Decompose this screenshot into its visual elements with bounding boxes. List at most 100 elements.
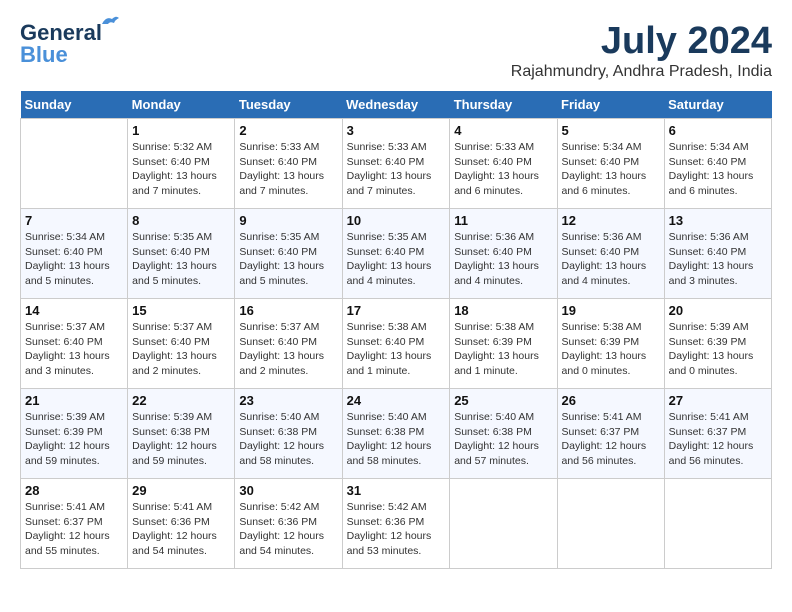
location-subtitle: Rajahmundry, Andhra Pradesh, India bbox=[511, 63, 772, 81]
calendar-cell: 29Sunrise: 5:41 AM Sunset: 6:36 PM Dayli… bbox=[128, 479, 235, 569]
calendar-cell: 3 Sunrise: 5:33 AM Sunset: 6:40 PM Daylig… bbox=[342, 119, 450, 209]
day-number: 25 bbox=[454, 393, 552, 408]
col-saturday: Saturday bbox=[664, 91, 771, 119]
calendar-cell: 20 Sunrise: 5:39 AM Sunset: 6:39 PM Dayli… bbox=[664, 299, 771, 389]
day-number: 2 bbox=[239, 123, 337, 138]
day-number: 27 bbox=[669, 393, 767, 408]
calendar-header-row: Sunday Monday Tuesday Wednesday Thursday… bbox=[21, 91, 772, 119]
calendar-cell: 18 Sunrise: 5:38 AM Sunset: 6:39 PM Dayli… bbox=[450, 299, 557, 389]
cell-day-info: Sunrise: 5:39 AM Sunset: 6:38 PM Dayligh… bbox=[132, 410, 230, 469]
cell-day-info: Sunrise: 5:35 AM Sunset: 6:40 PM Dayligh… bbox=[132, 230, 230, 289]
calendar-cell: 23 Sunrise: 5:40 AM Sunset: 6:38 PM Dayli… bbox=[235, 389, 342, 479]
day-number: 11 bbox=[454, 213, 552, 228]
day-number: 5 bbox=[562, 123, 660, 138]
calendar-cell: 31 Sunrise: 5:42 AM Sunset: 6:36 PM Dayli… bbox=[342, 479, 450, 569]
calendar-cell: 11 Sunrise: 5:36 AM Sunset: 6:40 PM Dayli… bbox=[450, 209, 557, 299]
cell-day-info: Sunrise: 5:33 AM Sunset: 6:40 PM Dayligh… bbox=[347, 140, 446, 199]
cell-day-info: Sunrise: 5:39 AM Sunset: 6:39 PM Dayligh… bbox=[25, 410, 123, 469]
cell-day-info: Sunrise: 5:38 AM Sunset: 6:39 PM Dayligh… bbox=[454, 320, 552, 379]
calendar-cell: 7Sunrise: 5:34 AM Sunset: 6:40 PM Daylig… bbox=[21, 209, 128, 299]
week-row-4: 21Sunrise: 5:39 AM Sunset: 6:39 PM Dayli… bbox=[21, 389, 772, 479]
col-thursday: Thursday bbox=[450, 91, 557, 119]
day-number: 12 bbox=[562, 213, 660, 228]
calendar-cell: 30 Sunrise: 5:42 AM Sunset: 6:36 PM Dayli… bbox=[235, 479, 342, 569]
col-wednesday: Wednesday bbox=[342, 91, 450, 119]
cell-day-info: Sunrise: 5:38 AM Sunset: 6:40 PM Dayligh… bbox=[347, 320, 446, 379]
day-number: 4 bbox=[454, 123, 552, 138]
day-number: 18 bbox=[454, 303, 552, 318]
calendar-cell: 27 Sunrise: 5:41 AM Sunset: 6:37 PM Dayli… bbox=[664, 389, 771, 479]
col-friday: Friday bbox=[557, 91, 664, 119]
cell-day-info: Sunrise: 5:33 AM Sunset: 6:40 PM Dayligh… bbox=[239, 140, 337, 199]
day-number: 3 bbox=[347, 123, 446, 138]
cell-day-info: Sunrise: 5:38 AM Sunset: 6:39 PM Dayligh… bbox=[562, 320, 660, 379]
cell-day-info: Sunrise: 5:40 AM Sunset: 6:38 PM Dayligh… bbox=[454, 410, 552, 469]
calendar-cell: 4 Sunrise: 5:33 AM Sunset: 6:40 PM Daylig… bbox=[450, 119, 557, 209]
day-number: 26 bbox=[562, 393, 660, 408]
calendar-cell bbox=[664, 479, 771, 569]
cell-day-info: Sunrise: 5:41 AM Sunset: 6:37 PM Dayligh… bbox=[669, 410, 767, 469]
cell-day-info: Sunrise: 5:35 AM Sunset: 6:40 PM Dayligh… bbox=[347, 230, 446, 289]
logo-bird-icon bbox=[100, 14, 120, 32]
cell-day-info: Sunrise: 5:34 AM Sunset: 6:40 PM Dayligh… bbox=[25, 230, 123, 289]
day-number: 23 bbox=[239, 393, 337, 408]
calendar-table: Sunday Monday Tuesday Wednesday Thursday… bbox=[20, 91, 772, 569]
cell-day-info: Sunrise: 5:36 AM Sunset: 6:40 PM Dayligh… bbox=[669, 230, 767, 289]
col-sunday: Sunday bbox=[21, 91, 128, 119]
day-number: 8 bbox=[132, 213, 230, 228]
day-number: 22 bbox=[132, 393, 230, 408]
logo: General Blue bbox=[20, 20, 102, 68]
day-number: 10 bbox=[347, 213, 446, 228]
col-tuesday: Tuesday bbox=[235, 91, 342, 119]
cell-day-info: Sunrise: 5:36 AM Sunset: 6:40 PM Dayligh… bbox=[454, 230, 552, 289]
cell-day-info: Sunrise: 5:34 AM Sunset: 6:40 PM Dayligh… bbox=[562, 140, 660, 199]
calendar-cell bbox=[450, 479, 557, 569]
month-year-title: July 2024 bbox=[511, 20, 772, 63]
week-row-1: 1 Sunrise: 5:32 AM Sunset: 6:40 PM Daylig… bbox=[21, 119, 772, 209]
day-number: 1 bbox=[132, 123, 230, 138]
calendar-cell: 8 Sunrise: 5:35 AM Sunset: 6:40 PM Daylig… bbox=[128, 209, 235, 299]
cell-day-info: Sunrise: 5:40 AM Sunset: 6:38 PM Dayligh… bbox=[239, 410, 337, 469]
calendar-cell: 28 Sunrise: 5:41 AM Sunset: 6:37 PM Dayli… bbox=[21, 479, 128, 569]
cell-day-info: Sunrise: 5:42 AM Sunset: 6:36 PM Dayligh… bbox=[239, 500, 337, 559]
week-row-2: 7Sunrise: 5:34 AM Sunset: 6:40 PM Daylig… bbox=[21, 209, 772, 299]
cell-day-info: Sunrise: 5:32 AM Sunset: 6:40 PM Dayligh… bbox=[132, 140, 230, 199]
cell-day-info: Sunrise: 5:41 AM Sunset: 6:36 PM Dayligh… bbox=[132, 500, 230, 559]
logo-general: General bbox=[20, 20, 102, 45]
calendar-cell bbox=[21, 119, 128, 209]
day-number: 14 bbox=[25, 303, 123, 318]
title-block: July 2024 Rajahmundry, Andhra Pradesh, I… bbox=[511, 20, 772, 81]
day-number: 15 bbox=[132, 303, 230, 318]
page-header: General Blue July 2024 Rajahmundry, Andh… bbox=[20, 20, 772, 81]
week-row-3: 14 Sunrise: 5:37 AM Sunset: 6:40 PM Dayli… bbox=[21, 299, 772, 389]
day-number: 28 bbox=[25, 483, 123, 498]
day-number: 31 bbox=[347, 483, 446, 498]
calendar-cell: 9 Sunrise: 5:35 AM Sunset: 6:40 PM Daylig… bbox=[235, 209, 342, 299]
calendar-cell: 10 Sunrise: 5:35 AM Sunset: 6:40 PM Dayli… bbox=[342, 209, 450, 299]
calendar-cell: 26 Sunrise: 5:41 AM Sunset: 6:37 PM Dayli… bbox=[557, 389, 664, 479]
calendar-cell: 12Sunrise: 5:36 AM Sunset: 6:40 PM Dayli… bbox=[557, 209, 664, 299]
calendar-cell: 15Sunrise: 5:37 AM Sunset: 6:40 PM Dayli… bbox=[128, 299, 235, 389]
day-number: 9 bbox=[239, 213, 337, 228]
calendar-cell: 25 Sunrise: 5:40 AM Sunset: 6:38 PM Dayli… bbox=[450, 389, 557, 479]
cell-day-info: Sunrise: 5:33 AM Sunset: 6:40 PM Dayligh… bbox=[454, 140, 552, 199]
day-number: 6 bbox=[669, 123, 767, 138]
day-number: 30 bbox=[239, 483, 337, 498]
cell-day-info: Sunrise: 5:35 AM Sunset: 6:40 PM Dayligh… bbox=[239, 230, 337, 289]
cell-day-info: Sunrise: 5:42 AM Sunset: 6:36 PM Dayligh… bbox=[347, 500, 446, 559]
day-number: 16 bbox=[239, 303, 337, 318]
day-number: 17 bbox=[347, 303, 446, 318]
cell-day-info: Sunrise: 5:41 AM Sunset: 6:37 PM Dayligh… bbox=[25, 500, 123, 559]
cell-day-info: Sunrise: 5:41 AM Sunset: 6:37 PM Dayligh… bbox=[562, 410, 660, 469]
day-number: 24 bbox=[347, 393, 446, 408]
day-number: 19 bbox=[562, 303, 660, 318]
cell-day-info: Sunrise: 5:40 AM Sunset: 6:38 PM Dayligh… bbox=[347, 410, 446, 469]
calendar-cell: 14Sunrise: 5:37 AM Sunset: 6:40 PM Dayli… bbox=[21, 299, 128, 389]
calendar-cell: 22 Sunrise: 5:39 AM Sunset: 6:38 PM Dayli… bbox=[128, 389, 235, 479]
cell-day-info: Sunrise: 5:37 AM Sunset: 6:40 PM Dayligh… bbox=[239, 320, 337, 379]
day-number: 20 bbox=[669, 303, 767, 318]
cell-day-info: Sunrise: 5:39 AM Sunset: 6:39 PM Dayligh… bbox=[669, 320, 767, 379]
calendar-cell: 21Sunrise: 5:39 AM Sunset: 6:39 PM Dayli… bbox=[21, 389, 128, 479]
col-monday: Monday bbox=[128, 91, 235, 119]
calendar-cell: 16 Sunrise: 5:37 AM Sunset: 6:40 PM Dayli… bbox=[235, 299, 342, 389]
